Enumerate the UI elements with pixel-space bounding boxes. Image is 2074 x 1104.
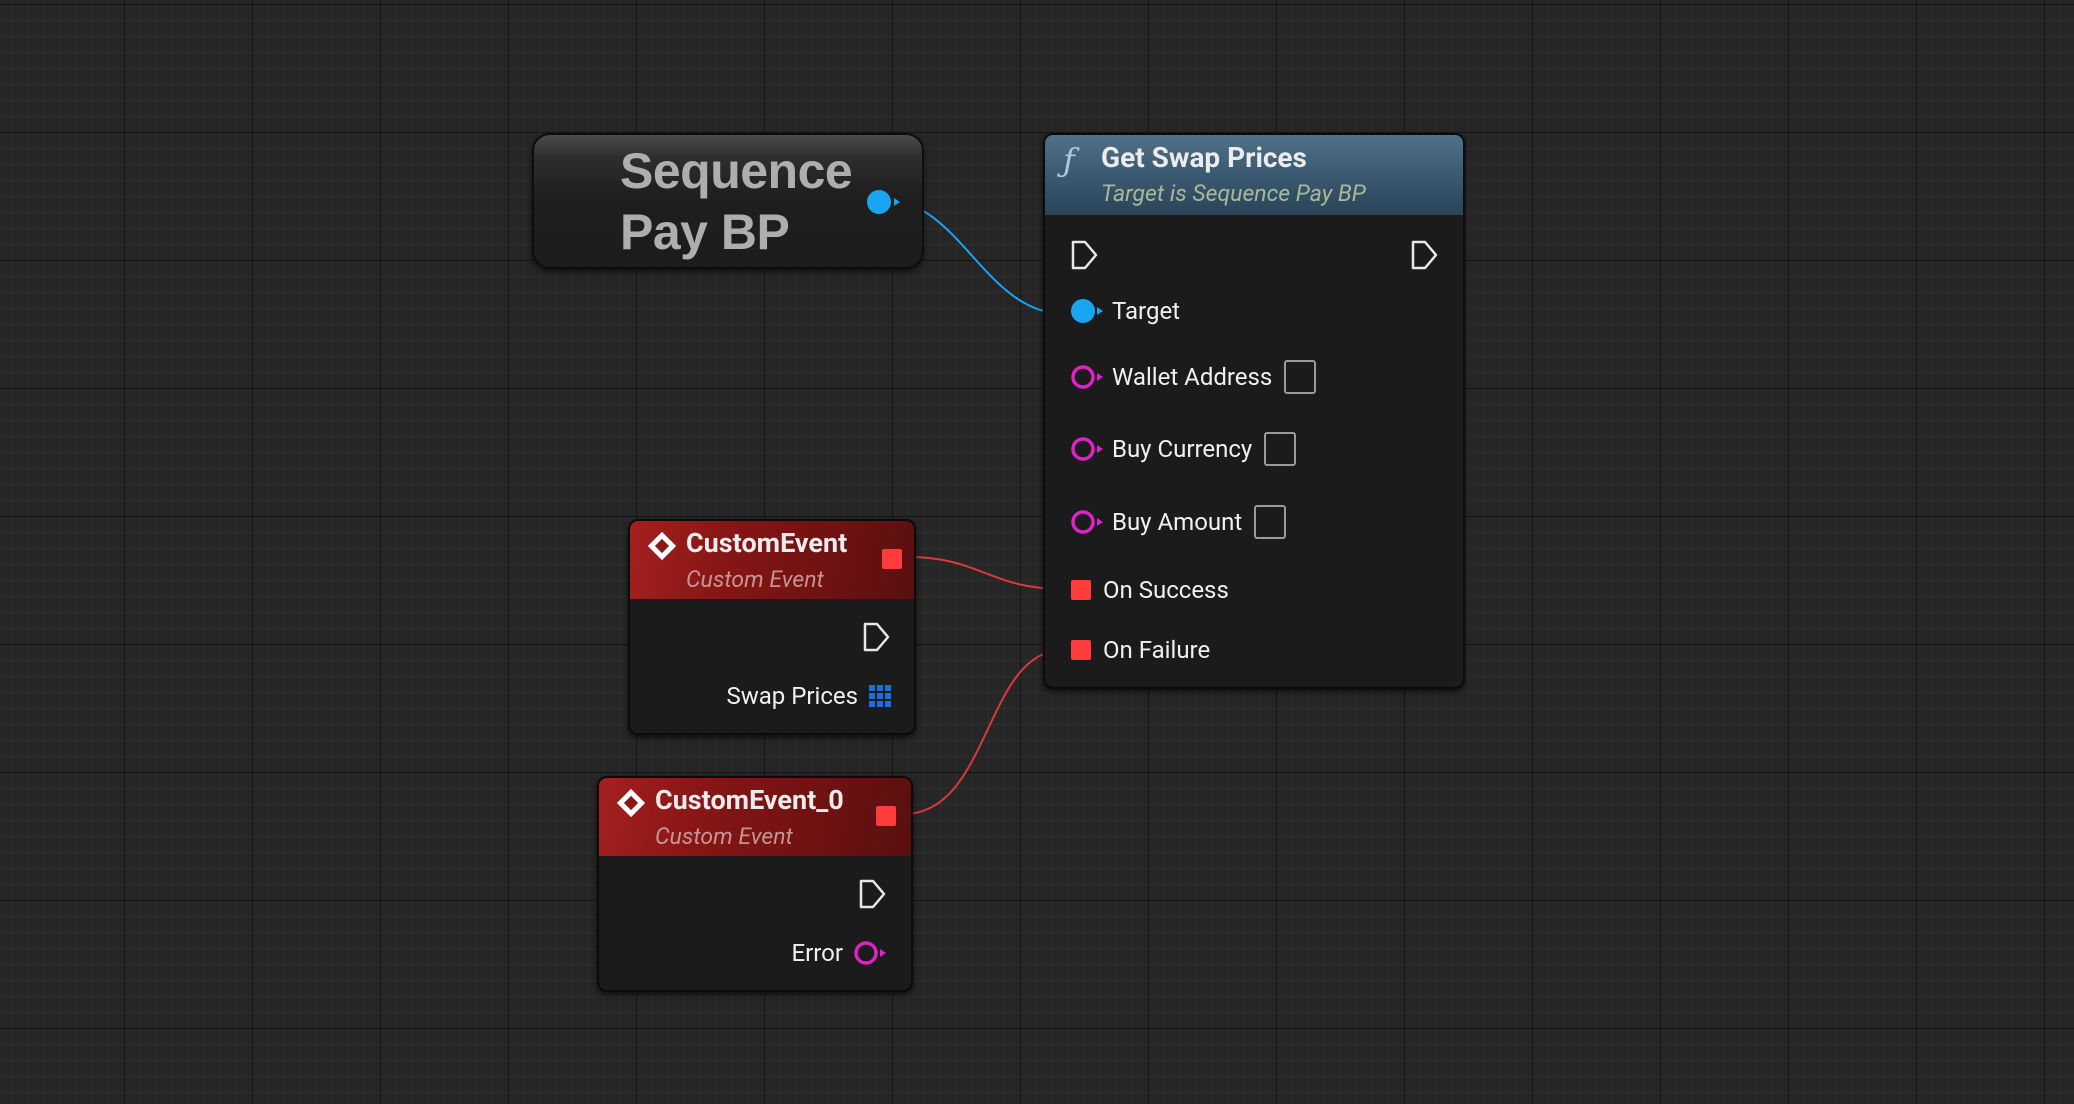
buy-currency-pin-label: Buy Currency	[1112, 435, 1253, 463]
exec-output-pin-icon[interactable]	[862, 621, 892, 653]
object-output-pin-icon[interactable]	[866, 189, 902, 215]
buy-amount-pin-row[interactable]: Buy Amount	[1070, 505, 1287, 539]
delegate-input-pin-icon[interactable]	[1071, 640, 1091, 660]
event-diamond-icon	[647, 531, 677, 561]
error-pin-label: Error	[791, 939, 844, 967]
event-node-subtitle: Custom Event	[686, 566, 824, 593]
delegate-output-pin-icon[interactable]	[882, 549, 902, 569]
target-pin-row[interactable]: Target	[1070, 297, 1180, 325]
target-pin-label: Target	[1112, 297, 1181, 325]
buy-amount-input[interactable]	[1254, 505, 1287, 539]
event-node-header: CustomEvent Custom Event	[630, 521, 914, 599]
buy-amount-pin-label: Buy Amount	[1112, 508, 1243, 536]
string-input-pin-icon[interactable]	[1070, 509, 1104, 535]
buy-currency-pin-row[interactable]: Buy Currency	[1070, 432, 1297, 466]
get-swap-prices-node[interactable]: ƒ Get Swap Prices Target is Sequence Pay…	[1043, 133, 1465, 689]
custom-event-node[interactable]: CustomEvent Custom Event Swap Prices	[628, 519, 916, 735]
wallet-address-input[interactable]	[1284, 360, 1317, 394]
wallet-address-pin-row[interactable]: Wallet Address	[1070, 360, 1317, 394]
custom-event-0-node[interactable]: CustomEvent_0 Custom Event Error	[597, 776, 913, 992]
string-output-pin-icon[interactable]	[853, 940, 887, 966]
delegate-output-pin-icon[interactable]	[876, 806, 896, 826]
buy-currency-input[interactable]	[1264, 432, 1297, 466]
exec-input-pin-icon[interactable]	[1070, 239, 1100, 271]
wires-layer	[884, 199, 1066, 815]
error-pin-row[interactable]: Error	[792, 939, 888, 967]
object-input-pin-icon[interactable]	[1070, 298, 1104, 324]
sequence-pay-bp-variable-node[interactable]: Sequence Pay BP	[532, 133, 924, 269]
event-node-subtitle: Custom Event	[655, 823, 793, 850]
on-success-pin-label: On Success	[1103, 576, 1229, 604]
swap-prices-pin-row[interactable]: Swap Prices	[726, 682, 892, 710]
on-success-wire	[907, 556, 1064, 590]
swap-prices-pin-label: Swap Prices	[726, 682, 858, 710]
exec-output-pin-icon[interactable]	[1410, 239, 1440, 271]
wallet-address-pin-label: Wallet Address	[1112, 363, 1273, 391]
on-failure-pin-row[interactable]: On Failure	[1071, 636, 1210, 664]
event-diamond-icon	[616, 788, 646, 818]
event-node-header: CustomEvent_0 Custom Event	[599, 778, 911, 856]
string-input-pin-icon[interactable]	[1070, 364, 1104, 390]
exec-output-pin-icon[interactable]	[858, 878, 888, 910]
on-failure-wire	[903, 649, 1064, 815]
variable-node-title: Sequence Pay BP	[620, 143, 853, 260]
array-output-pin-icon[interactable]	[868, 684, 892, 708]
event-node-title: CustomEvent	[686, 527, 848, 559]
event-node-title: CustomEvent_0	[655, 784, 844, 816]
function-node-header: ƒ Get Swap Prices Target is Sequence Pay…	[1045, 135, 1463, 215]
delegate-input-pin-icon[interactable]	[1071, 580, 1091, 600]
on-success-pin-row[interactable]: On Success	[1071, 576, 1229, 604]
function-node-title: Get Swap Prices	[1101, 141, 1307, 174]
function-node-subtitle: Target is Sequence Pay BP	[1101, 180, 1366, 207]
on-failure-pin-label: On Failure	[1103, 636, 1211, 664]
function-icon: ƒ	[1063, 141, 1075, 179]
string-input-pin-icon[interactable]	[1070, 436, 1104, 462]
